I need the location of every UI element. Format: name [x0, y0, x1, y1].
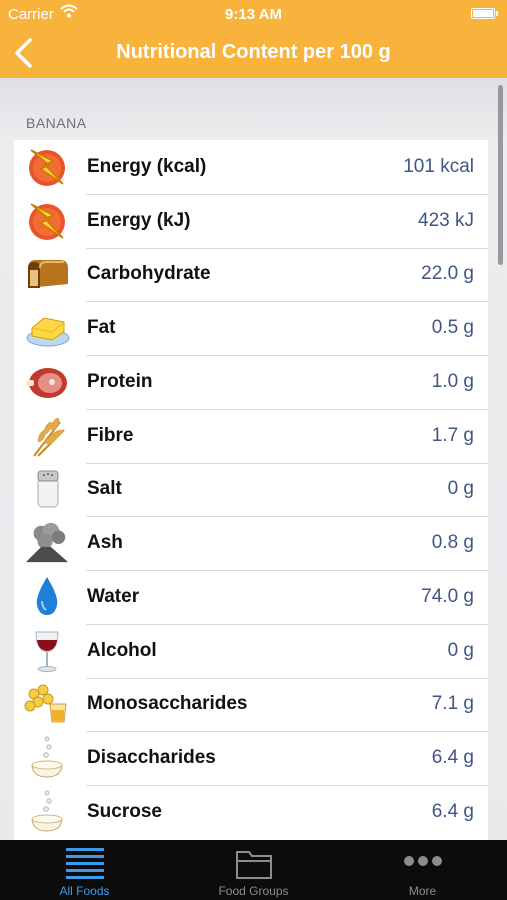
- nutrient-value: 423 kJ: [418, 209, 474, 231]
- butter-icon: [24, 305, 70, 351]
- nutrient-row-ash[interactable]: Ash 0.8 g: [14, 516, 488, 570]
- sugar-bowl-icon: [24, 735, 70, 781]
- nutrient-label: Energy (kcal): [87, 155, 207, 177]
- nutrient-label: Alcohol: [87, 639, 157, 661]
- nutrient-row-alcohol[interactable]: Alcohol 0 g: [14, 623, 488, 678]
- nutrient-row-carbohydrate[interactable]: Carbohydrate 22.0 g: [14, 247, 488, 302]
- nutrient-row-disaccharides[interactable]: Disaccharides 6.4 g: [14, 731, 488, 785]
- nutrient-label: Carbohydrate: [87, 263, 211, 285]
- nutrient-row-energy-kj[interactable]: Energy (kJ) 423 kJ: [14, 193, 488, 248]
- nutrient-row-water[interactable]: Water 74.0 g: [14, 570, 488, 624]
- nutrient-label: Protein: [87, 370, 153, 392]
- nutrient-row-fat[interactable]: Fat 0.5 g: [14, 301, 488, 355]
- nutrient-value: 0.5 g: [431, 317, 474, 339]
- nutrient-value: 101 kcal: [403, 155, 474, 177]
- nutrient-label: Water: [87, 585, 140, 607]
- sugar-bowl-icon: [24, 789, 70, 835]
- nutrient-row-monosaccharides[interactable]: Monosaccharides 7.1 g: [14, 677, 488, 732]
- volcano-icon: [24, 520, 70, 566]
- ham-icon: [24, 359, 70, 405]
- navigation-bar: Nutritional Content per 100 g: [0, 28, 507, 78]
- salt-shaker-icon: [24, 466, 70, 512]
- nutrient-label: Sucrose: [87, 800, 162, 822]
- nutrient-row-salt[interactable]: Salt 0 g: [14, 462, 488, 517]
- nutrient-row-sucrose[interactable]: Sucrose 6.4 g: [14, 785, 488, 839]
- lightning-icon: [24, 198, 70, 244]
- lightning-icon: [24, 144, 70, 190]
- status-bar: Carrier 9:13 AM: [0, 0, 507, 28]
- nutrient-value: 1.7 g: [431, 424, 474, 446]
- nutrient-row-energy-kcal[interactable]: Energy (kcal) 101 kcal: [14, 140, 488, 194]
- tab-label: More: [408, 884, 437, 898]
- nutrient-row-fibre[interactable]: Fibre 1.7 g: [14, 408, 488, 463]
- section-header: BANANA: [26, 115, 87, 131]
- nutrient-value: 0 g: [447, 478, 474, 500]
- battery-icon: [471, 8, 498, 19]
- nutrient-table: Energy (kcal) 101 kcal Energy (kJ) 423 k…: [14, 140, 488, 840]
- nutrient-value: 0.8 g: [431, 532, 474, 554]
- bread-icon: [24, 251, 70, 297]
- honey-icon: [24, 681, 70, 727]
- nutrient-value: 6.4 g: [431, 800, 474, 822]
- more-dots-icon: [403, 854, 443, 873]
- nutrient-label: Ash: [87, 532, 123, 554]
- nutrient-value: 22.0 g: [421, 263, 474, 285]
- nutrient-label: Monosaccharides: [87, 693, 248, 715]
- tab-more[interactable]: More: [338, 840, 507, 900]
- tab-label: Food Groups: [218, 884, 289, 898]
- nutrient-value: 0 g: [447, 639, 474, 661]
- nutrient-label: Fibre: [87, 424, 134, 446]
- nutrient-row-protein[interactable]: Protein 1.0 g: [14, 355, 488, 409]
- tab-food-groups[interactable]: Food Groups: [169, 840, 338, 900]
- tab-bar: All Foods Food Groups More: [0, 840, 507, 900]
- folder-icon: [235, 848, 273, 885]
- nutrient-label: Energy (kJ): [87, 209, 191, 231]
- nutrient-label: Disaccharides: [87, 747, 216, 769]
- wheat-icon: [24, 413, 70, 459]
- list-icon: [65, 848, 104, 887]
- nutrient-label: Salt: [87, 478, 122, 500]
- nutrient-label: Fat: [87, 317, 116, 339]
- tab-label: All Foods: [59, 884, 110, 898]
- nutrient-value: 6.4 g: [431, 747, 474, 769]
- status-time: 9:13 AM: [225, 6, 282, 23]
- page-title: Nutritional Content per 100 g: [116, 41, 391, 63]
- scroll-indicator[interactable]: [498, 85, 503, 265]
- water-drop-icon: [24, 574, 70, 620]
- tab-all-foods[interactable]: All Foods: [0, 840, 169, 900]
- nutrient-value: 1.0 g: [431, 370, 474, 392]
- wine-glass-icon: [24, 628, 70, 674]
- nutrient-value: 7.1 g: [431, 693, 474, 715]
- nutrient-value: 74.0 g: [421, 585, 474, 607]
